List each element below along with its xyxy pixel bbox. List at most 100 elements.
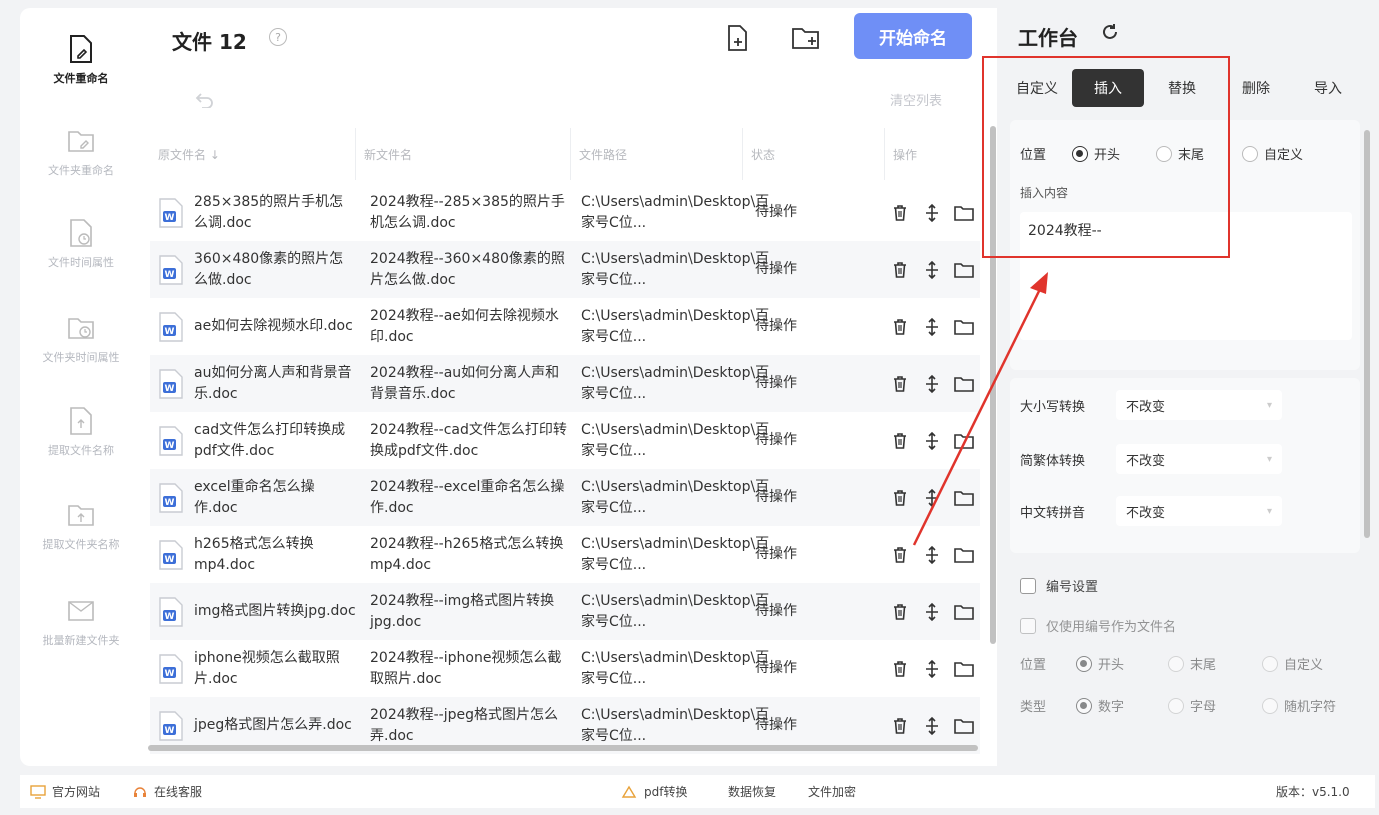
- refresh-icon[interactable]: [1100, 22, 1120, 46]
- sidebar-item-file-time[interactable]: 文件时间属性: [20, 200, 142, 280]
- open-folder-button[interactable]: [953, 316, 975, 338]
- move-row-button[interactable]: [921, 658, 943, 680]
- number-position-custom[interactable]: 自定义: [1262, 654, 1323, 673]
- path-cell: C:\Users\admin\Desktop\百家号C位...: [571, 640, 769, 697]
- open-folder-button[interactable]: [953, 373, 975, 395]
- official-website-link[interactable]: 官方网站: [30, 783, 100, 800]
- data-recovery-link[interactable]: 数据恢复: [728, 783, 776, 800]
- original-name-cell: Wimg格式图片转换jpg.doc: [150, 583, 356, 640]
- folder-rename-icon: [66, 126, 96, 156]
- number-position-start[interactable]: 开头: [1076, 654, 1168, 673]
- add-folder-button[interactable]: [788, 20, 824, 56]
- trad-conversion-select[interactable]: 不改变 ▾: [1116, 444, 1282, 474]
- pdf-convert-link[interactable]: pdf转换: [620, 783, 687, 800]
- table-row[interactable]: Wau如何分离人声和背景音乐.doc 2024教程--au如何分离人声和背景音乐.…: [150, 355, 980, 412]
- delete-row-button[interactable]: [889, 544, 911, 566]
- move-row-button[interactable]: [921, 373, 943, 395]
- number-type-random[interactable]: 随机字符: [1262, 696, 1336, 715]
- undo-icon[interactable]: [194, 92, 214, 112]
- pinyin-conversion-select[interactable]: 不改变 ▾: [1116, 496, 1282, 526]
- open-folder-button[interactable]: [953, 658, 975, 680]
- status-cell: 待操作: [743, 241, 885, 298]
- number-type-digit[interactable]: 数字: [1076, 696, 1168, 715]
- column-header-original-name[interactable]: 原文件名 ↓: [150, 128, 356, 180]
- position-radio-start[interactable]: 开头: [1072, 144, 1156, 163]
- delete-row-button[interactable]: [889, 430, 911, 452]
- position-radio-end[interactable]: 末尾: [1156, 144, 1242, 163]
- number-position-end[interactable]: 末尾: [1168, 654, 1262, 673]
- file-encrypt-link[interactable]: 文件加密: [808, 783, 856, 800]
- sidebar-item-folder-time[interactable]: 文件夹时间属性: [20, 295, 142, 375]
- table-row[interactable]: Wiphone视频怎么截取照片.doc 2024教程--iphone视频怎么截取照…: [150, 640, 980, 697]
- new-name-text: 2024教程--img格式图片转换jpg.doc: [370, 592, 555, 630]
- start-rename-button[interactable]: 开始命名: [854, 13, 972, 59]
- move-row-button[interactable]: [921, 259, 943, 281]
- column-header-path: 文件路径: [571, 128, 743, 180]
- status-text: 待操作: [755, 318, 797, 334]
- workbench-tabs: 自定义 插入 替换 删除 导入: [1002, 64, 1364, 112]
- sidebar-item-folder-rename[interactable]: 文件夹重命名: [20, 108, 142, 188]
- sidebar-item-extract-folder[interactable]: 提取文件夹名称: [20, 482, 142, 562]
- sidebar-item-file-rename[interactable]: 文件重命名: [20, 16, 142, 96]
- table-row[interactable]: Wh265格式怎么转换mp4.doc 2024教程--h265格式怎么转换mp4.…: [150, 526, 980, 583]
- open-folder-button[interactable]: [953, 202, 975, 224]
- open-folder-button[interactable]: [953, 544, 975, 566]
- actions-cell: [885, 355, 980, 412]
- insert-content-input[interactable]: 2024教程--: [1020, 212, 1352, 340]
- add-file-button[interactable]: [720, 20, 756, 56]
- help-icon[interactable]: ?: [269, 28, 287, 46]
- horizontal-scrollbar[interactable]: [148, 745, 978, 751]
- sidebar-item-label: 文件重命名: [53, 72, 109, 85]
- table-row[interactable]: Wexcel重命名怎么操作.doc 2024教程--excel重命名怎么操作.do…: [150, 469, 980, 526]
- new-name-cell: 2024教程--iphone视频怎么截取照片.doc: [356, 640, 571, 697]
- open-folder-button[interactable]: [953, 259, 975, 281]
- tab-custom[interactable]: 自定义: [1002, 69, 1072, 107]
- original-name-text: 285×385的照片手机怎么调.doc: [194, 193, 344, 231]
- delete-row-button[interactable]: [889, 373, 911, 395]
- open-folder-button[interactable]: [953, 430, 975, 452]
- table-row[interactable]: Wcad文件怎么打印转换成pdf文件.doc 2024教程--cad文件怎么打印转…: [150, 412, 980, 469]
- sidebar-item-batch-folder[interactable]: 批量新建文件夹: [20, 578, 142, 658]
- numbering-checkbox[interactable]: 编号设置: [1020, 576, 1098, 595]
- table-row[interactable]: W 360×480像素的照片怎么做.doc 2024教程--360×480像素的照片…: [150, 241, 980, 298]
- clear-list-button[interactable]: 清空列表: [890, 90, 942, 109]
- vertical-scrollbar[interactable]: [990, 126, 996, 644]
- new-name-text: 2024教程--285×385的照片手机怎么调.doc: [370, 193, 565, 231]
- new-name-cell: 2024教程--excel重命名怎么操作.doc: [356, 469, 571, 526]
- online-service-link[interactable]: 在线客服: [132, 783, 202, 800]
- tab-replace[interactable]: 替换: [1144, 69, 1220, 107]
- tab-import[interactable]: 导入: [1292, 69, 1364, 107]
- open-folder-button[interactable]: [953, 487, 975, 509]
- table-row[interactable]: Wimg格式图片转换jpg.doc 2024教程--img格式图片转换jpg.do…: [150, 583, 980, 640]
- delete-row-button[interactable]: [889, 487, 911, 509]
- move-row-button[interactable]: [921, 544, 943, 566]
- actions-cell: [885, 241, 980, 298]
- tab-delete[interactable]: 删除: [1220, 69, 1292, 107]
- case-conversion-select[interactable]: 不改变 ▾: [1116, 390, 1282, 420]
- move-row-button[interactable]: [921, 715, 943, 737]
- number-type-letter[interactable]: 字母: [1168, 696, 1262, 715]
- move-row-button[interactable]: [921, 316, 943, 338]
- sidebar-item-extract-file[interactable]: 提取文件名称: [20, 388, 142, 468]
- open-folder-button[interactable]: [953, 715, 975, 737]
- delete-row-button[interactable]: [889, 715, 911, 737]
- move-icon: [926, 431, 938, 450]
- move-row-button[interactable]: [921, 601, 943, 623]
- actions-cell: [885, 184, 980, 241]
- delete-row-button[interactable]: [889, 601, 911, 623]
- delete-row-button[interactable]: [889, 658, 911, 680]
- workbench-scrollbar[interactable]: [1364, 130, 1370, 538]
- delete-row-button[interactable]: [889, 259, 911, 281]
- position-radio-custom[interactable]: 自定义: [1242, 144, 1303, 163]
- table-row[interactable]: W 285×385的照片手机怎么调.doc 2024教程--285×385的照片手机…: [150, 184, 980, 241]
- numbering-only-checkbox[interactable]: 仅使用编号作为文件名: [1020, 616, 1176, 635]
- delete-row-button[interactable]: [889, 316, 911, 338]
- move-row-button[interactable]: [921, 487, 943, 509]
- word-doc-icon: W: [159, 482, 183, 513]
- move-row-button[interactable]: [921, 430, 943, 452]
- delete-row-button[interactable]: [889, 202, 911, 224]
- move-row-button[interactable]: [921, 202, 943, 224]
- tab-insert[interactable]: 插入: [1072, 69, 1144, 107]
- table-row[interactable]: Wae如何去除视频水印.doc 2024教程--ae如何去除视频水印.doc C:\…: [150, 298, 980, 355]
- open-folder-button[interactable]: [953, 601, 975, 623]
